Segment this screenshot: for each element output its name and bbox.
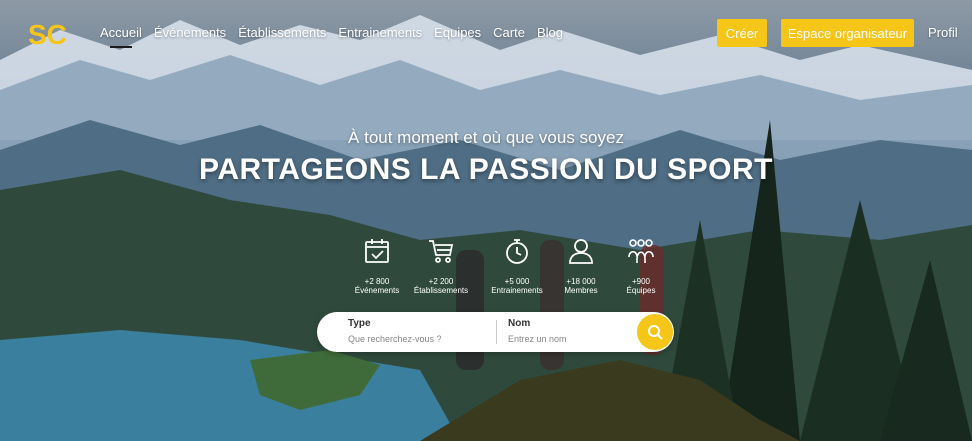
search-divider <box>496 320 497 344</box>
name-input[interactable] <box>508 334 638 344</box>
stat-label: Équipes <box>626 286 656 295</box>
nav-item-evenements[interactable]: Événements <box>154 25 226 40</box>
top-navigation: SC Accueil Événements Établissements Ent… <box>0 0 972 68</box>
search-button[interactable] <box>637 314 673 350</box>
team-icon <box>628 239 654 263</box>
stat-value: +900 <box>631 277 651 286</box>
search-icon <box>648 325 663 340</box>
site-logo[interactable]: SC <box>28 20 72 48</box>
stat-label: Établissements <box>413 286 469 295</box>
nav-item-carte[interactable]: Carte <box>493 25 525 40</box>
hero-tagline: À tout moment et où que vous soyez <box>348 128 624 147</box>
stats-row: +2 800 Événements +2 200 Établissements … <box>345 237 665 299</box>
nav-item-entrainements[interactable]: Entrainements <box>338 25 422 40</box>
name-field-label: Nom <box>508 318 531 329</box>
stat-label: Entrainements <box>491 286 543 295</box>
profile-link[interactable]: Profil <box>928 25 958 40</box>
main-menu: Accueil Événements Établissements Entrai… <box>100 25 575 48</box>
type-field-label: Type <box>348 318 371 329</box>
svg-text:SC: SC <box>28 20 67 48</box>
stat-membres[interactable]: +18 000 Membres <box>549 237 613 295</box>
type-input[interactable] <box>348 334 478 344</box>
stat-value: +2 200 <box>428 277 454 286</box>
nav-item-equipes[interactable]: Equipes <box>434 25 481 40</box>
calendar-icon <box>365 239 389 263</box>
stat-label: Membres <box>564 286 598 295</box>
stopwatch-icon <box>506 239 528 264</box>
hero-section: SC Accueil Événements Établissements Ent… <box>0 0 972 441</box>
nav-item-etablissements[interactable]: Établissements <box>238 25 326 40</box>
stat-equipes[interactable]: +900 Équipes <box>609 237 673 295</box>
create-button[interactable]: Créer <box>717 19 767 47</box>
stat-label: Événements <box>354 286 400 295</box>
stat-value: +18 000 <box>566 277 596 286</box>
stat-value: +5 000 <box>504 277 530 286</box>
cart-icon <box>429 240 454 263</box>
stat-entrainements[interactable]: +5 000 Entrainements <box>485 237 549 295</box>
search-bar: Type Nom <box>317 312 674 352</box>
organizer-space-button[interactable]: Espace organisateur <box>781 19 914 47</box>
type-field: Type <box>348 318 478 347</box>
stat-etablissements[interactable]: +2 200 Établissements <box>409 237 473 295</box>
user-icon <box>569 239 593 264</box>
stat-evenements[interactable]: +2 800 Événements <box>345 237 409 295</box>
nav-item-accueil[interactable]: Accueil <box>100 25 142 48</box>
stat-value: +2 800 <box>364 277 390 286</box>
nav-item-blog[interactable]: Blog <box>537 25 563 40</box>
hero-headline: PARTAGEONS LA PASSION DU SPORT <box>199 153 773 186</box>
name-field: Nom <box>508 318 638 347</box>
